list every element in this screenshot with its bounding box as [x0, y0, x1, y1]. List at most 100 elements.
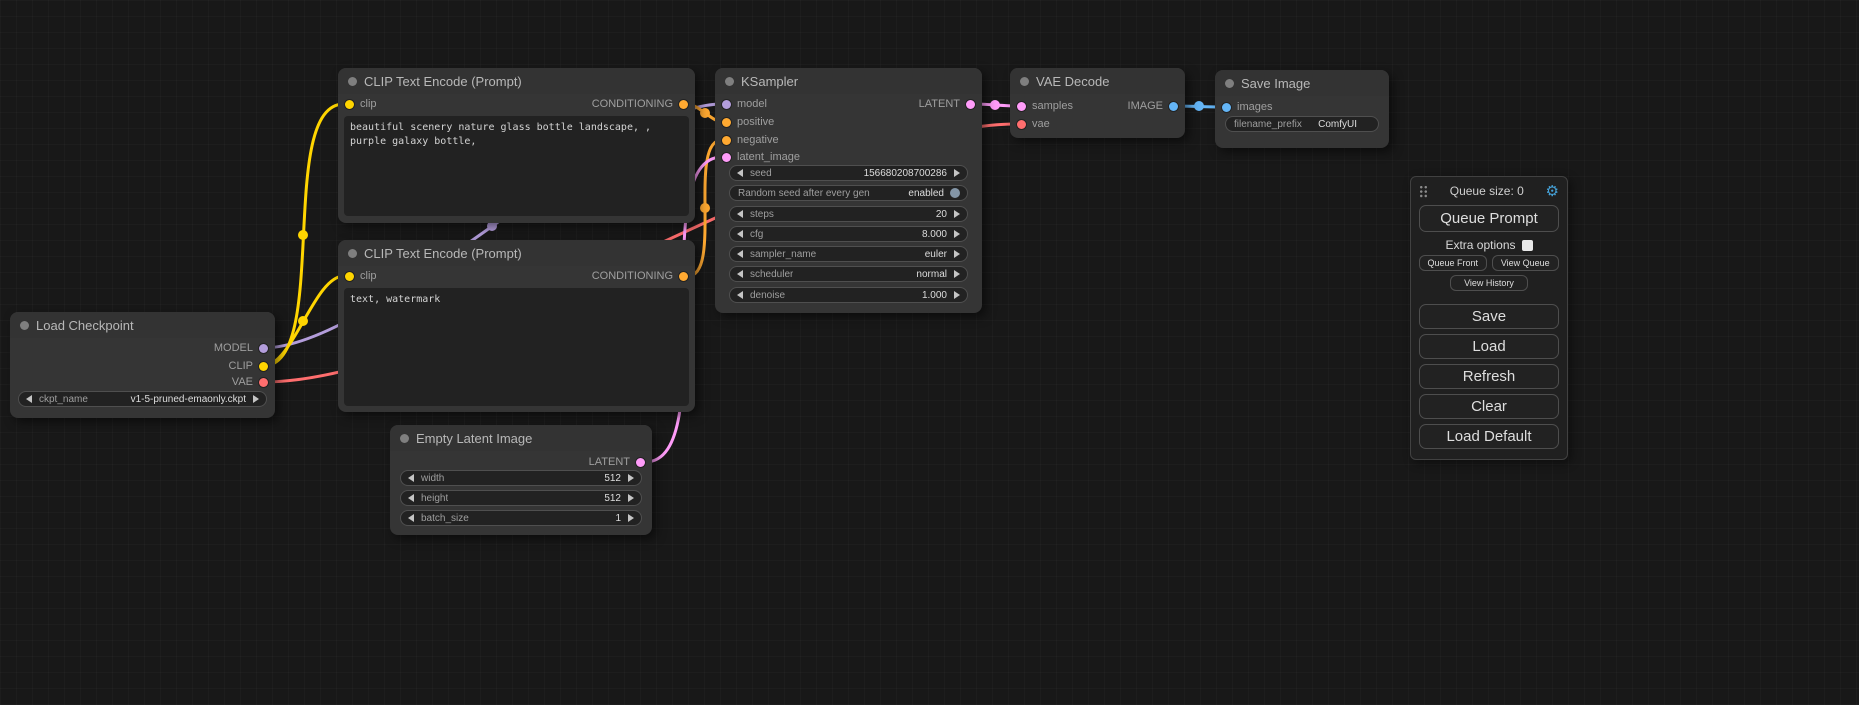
increment-arrow-icon[interactable]	[954, 230, 960, 238]
increment-arrow-icon[interactable]	[628, 494, 634, 502]
output-dot-clip[interactable]	[259, 362, 268, 371]
width-widget[interactable]: width 512	[400, 470, 642, 486]
node-vae-decode[interactable]: VAE Decode samples vae IMAGE	[1010, 68, 1185, 138]
extra-options-row: Extra options	[1419, 238, 1559, 252]
output-dot-image[interactable]	[1169, 102, 1178, 111]
positive-prompt-textarea[interactable]: beautiful scenery nature glass bottle la…	[344, 116, 689, 216]
node-title-bar[interactable]: Load Checkpoint	[10, 312, 275, 338]
input-dot-clip[interactable]	[345, 100, 354, 109]
ckpt-name-widget[interactable]: ckpt_name v1-5-pruned-emaonly.ckpt	[18, 391, 267, 407]
output-dot-vae[interactable]	[259, 378, 268, 387]
node-save-image[interactable]: Save Image images filename_prefix ComfyU…	[1215, 70, 1389, 148]
collapse-dot-icon[interactable]	[20, 321, 29, 330]
input-dot-model[interactable]	[722, 100, 731, 109]
input-dot-samples[interactable]	[1017, 102, 1026, 111]
clear-button[interactable]: Clear	[1419, 394, 1559, 419]
decrement-arrow-icon[interactable]	[737, 250, 743, 258]
randomize-toggle-icon[interactable]	[950, 188, 960, 198]
node-ksampler[interactable]: KSampler model positive negative latent_…	[715, 68, 982, 313]
output-dot-model[interactable]	[259, 344, 268, 353]
increment-arrow-icon[interactable]	[628, 514, 634, 522]
input-dot-latent-image[interactable]	[722, 153, 731, 162]
increment-arrow-icon[interactable]	[954, 169, 960, 177]
input-dot-negative[interactable]	[722, 136, 731, 145]
widget-value: 8.000	[922, 229, 947, 240]
increment-arrow-icon[interactable]	[628, 474, 634, 482]
slot-label: images	[1237, 101, 1272, 113]
node-title-bar[interactable]: VAE Decode	[1010, 68, 1185, 94]
collapse-dot-icon[interactable]	[400, 434, 409, 443]
height-widget[interactable]: height 512	[400, 490, 642, 506]
collapse-dot-icon[interactable]	[348, 77, 357, 86]
collapse-dot-icon[interactable]	[725, 77, 734, 86]
node-title-bar[interactable]: CLIP Text Encode (Prompt)	[338, 68, 695, 94]
decrement-arrow-icon[interactable]	[737, 230, 743, 238]
output-dot-latent[interactable]	[636, 458, 645, 467]
output-dot-conditioning[interactable]	[679, 272, 688, 281]
increment-arrow-icon[interactable]	[253, 395, 259, 403]
collapse-dot-icon[interactable]	[1225, 79, 1234, 88]
slot-label: IMAGE	[1128, 100, 1163, 112]
widget-name: cfg	[750, 229, 763, 240]
input-dot-images[interactable]	[1222, 103, 1231, 112]
node-clip-text-encode-negative[interactable]: CLIP Text Encode (Prompt) clip CONDITION…	[338, 240, 695, 412]
increment-arrow-icon[interactable]	[954, 291, 960, 299]
node-canvas[interactable]: Load Checkpoint MODEL CLIP VAE ckpt_name…	[0, 0, 1859, 705]
decrement-arrow-icon[interactable]	[737, 169, 743, 177]
slot-label: vae	[1032, 118, 1050, 130]
extra-options-checkbox[interactable]	[1522, 240, 1533, 251]
widget-value: 512	[604, 473, 621, 484]
widget-value: normal	[916, 269, 947, 280]
node-empty-latent-image[interactable]: Empty Latent Image LATENT width 512 heig…	[390, 425, 652, 535]
collapse-dot-icon[interactable]	[1020, 77, 1029, 86]
input-dot-positive[interactable]	[722, 118, 731, 127]
save-button[interactable]: Save	[1419, 304, 1559, 329]
filename-prefix-widget[interactable]: filename_prefix ComfyUI	[1225, 116, 1379, 132]
node-title: Save Image	[1241, 76, 1310, 91]
output-dot-conditioning[interactable]	[679, 100, 688, 109]
decrement-arrow-icon[interactable]	[737, 210, 743, 218]
decrement-arrow-icon[interactable]	[408, 514, 414, 522]
steps-widget[interactable]: steps 20	[729, 206, 968, 222]
output-dot-latent[interactable]	[966, 100, 975, 109]
decrement-arrow-icon[interactable]	[737, 270, 743, 278]
increment-arrow-icon[interactable]	[954, 250, 960, 258]
widget-value: euler	[925, 249, 947, 260]
increment-arrow-icon[interactable]	[954, 270, 960, 278]
load-default-button[interactable]: Load Default	[1419, 424, 1559, 449]
node-title-bar[interactable]: Save Image	[1215, 70, 1389, 96]
view-queue-button[interactable]: View Queue	[1492, 255, 1560, 271]
seed-widget[interactable]: seed 156680208700286	[729, 165, 968, 181]
input-slot-negative: negative	[722, 134, 779, 146]
widget-name: sampler_name	[750, 249, 816, 260]
load-button[interactable]: Load	[1419, 334, 1559, 359]
decrement-arrow-icon[interactable]	[408, 494, 414, 502]
scheduler-widget[interactable]: scheduler normal	[729, 266, 968, 282]
view-history-button[interactable]: View History	[1450, 275, 1528, 291]
node-clip-text-encode-positive[interactable]: CLIP Text Encode (Prompt) clip CONDITION…	[338, 68, 695, 223]
decrement-arrow-icon[interactable]	[408, 474, 414, 482]
queue-front-button[interactable]: Queue Front	[1419, 255, 1487, 271]
widget-name: batch_size	[421, 513, 469, 524]
batch-size-widget[interactable]: batch_size 1	[400, 510, 642, 526]
drag-handle-icon[interactable]	[1419, 185, 1428, 198]
decrement-arrow-icon[interactable]	[737, 291, 743, 299]
decrement-arrow-icon[interactable]	[26, 395, 32, 403]
refresh-button[interactable]: Refresh	[1419, 364, 1559, 389]
collapse-dot-icon[interactable]	[348, 249, 357, 258]
cfg-widget[interactable]: cfg 8.000	[729, 226, 968, 242]
settings-gear-icon[interactable]: ⚙	[1546, 184, 1559, 199]
negative-prompt-textarea[interactable]: text, watermark	[344, 288, 689, 406]
increment-arrow-icon[interactable]	[954, 210, 960, 218]
sampler-name-widget[interactable]: sampler_name euler	[729, 246, 968, 262]
node-title-bar[interactable]: KSampler	[715, 68, 982, 94]
queue-prompt-button[interactable]: Queue Prompt	[1419, 205, 1559, 232]
denoise-widget[interactable]: denoise 1.000	[729, 287, 968, 303]
node-load-checkpoint[interactable]: Load Checkpoint MODEL CLIP VAE ckpt_name…	[10, 312, 275, 418]
random-seed-toggle-widget[interactable]: Random seed after every gen enabled	[729, 185, 968, 201]
input-dot-vae[interactable]	[1017, 120, 1026, 129]
input-dot-clip[interactable]	[345, 272, 354, 281]
node-title-bar[interactable]: Empty Latent Image	[390, 425, 652, 451]
output-slot-clip: CLIP	[229, 360, 268, 372]
node-title-bar[interactable]: CLIP Text Encode (Prompt)	[338, 240, 695, 266]
